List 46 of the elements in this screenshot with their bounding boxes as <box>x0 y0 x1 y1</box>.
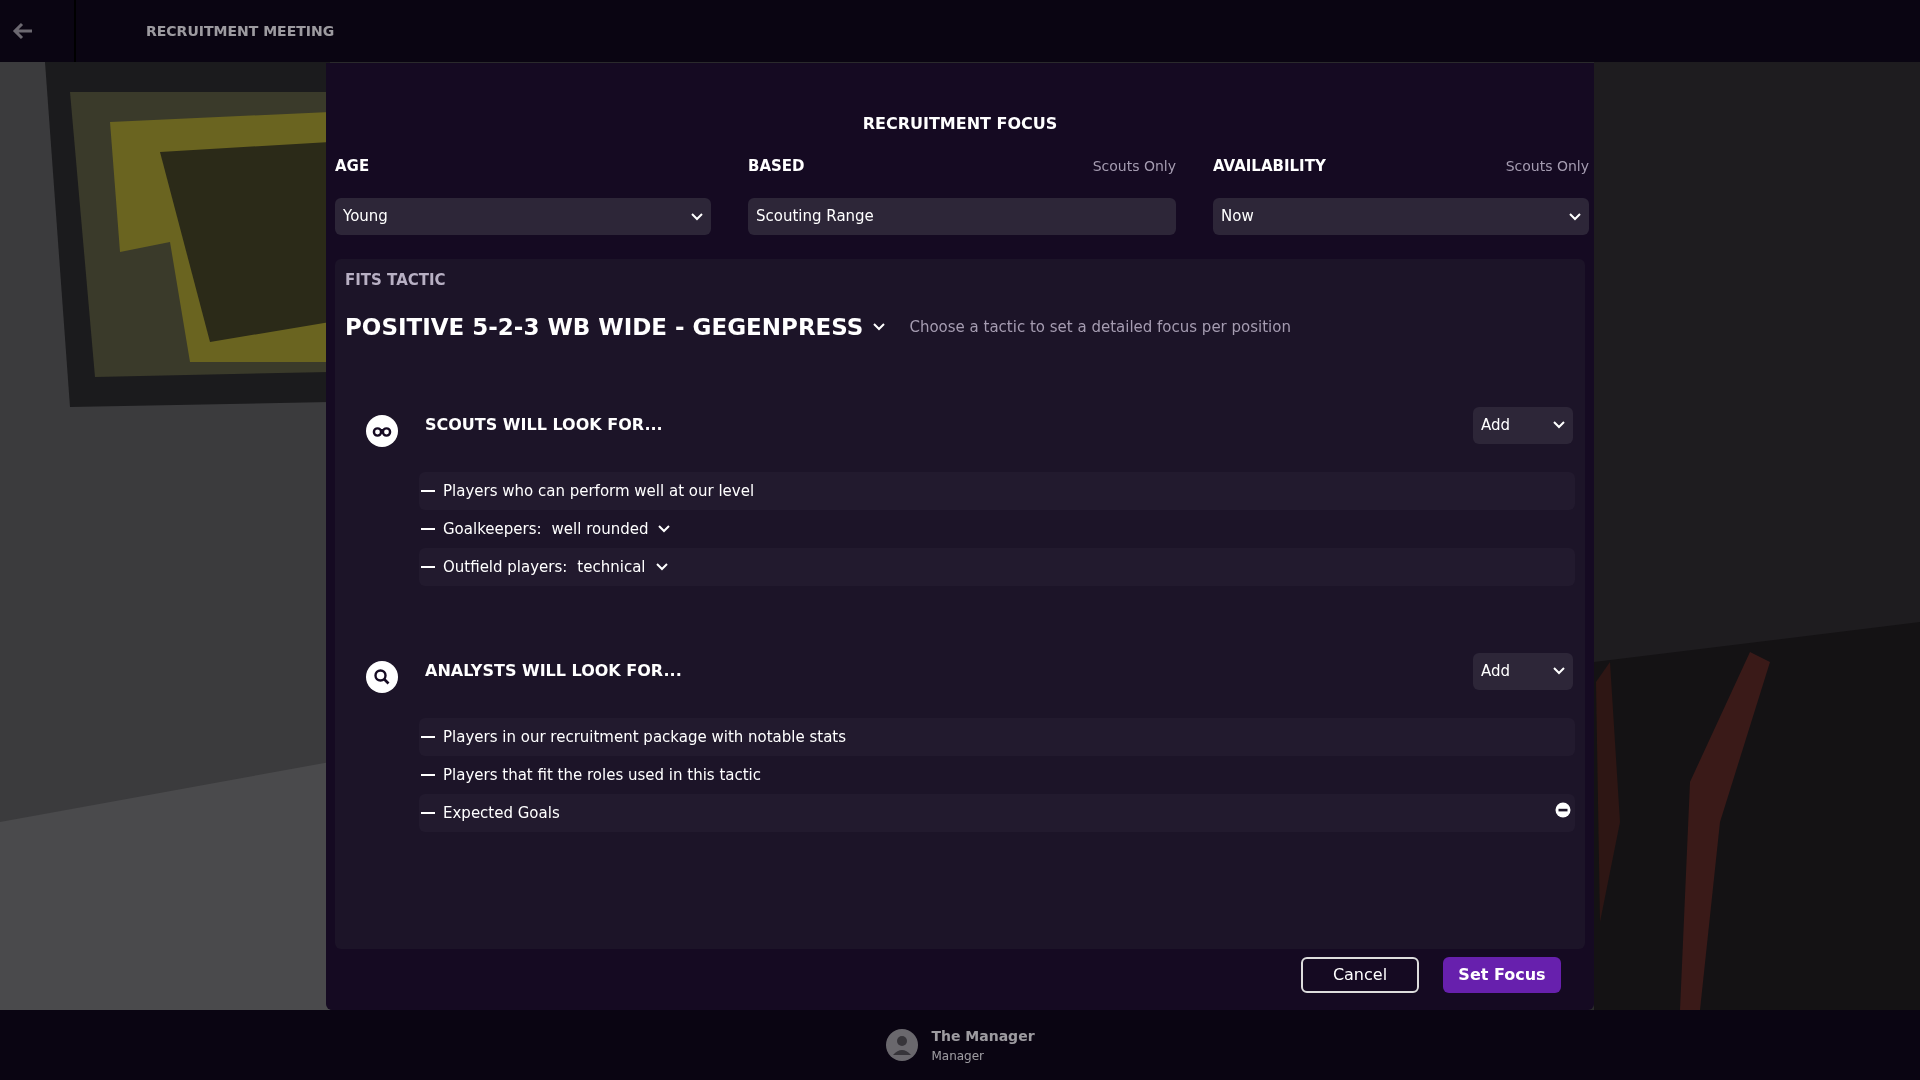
chevron-down-icon <box>655 563 668 571</box>
chevron-down-icon <box>1569 212 1581 221</box>
criterion-text: Players who can perform well at our level <box>443 480 755 502</box>
dropdown-field[interactable]: Now <box>1213 198 1589 235</box>
dash-icon <box>421 774 435 776</box>
field-label: BASED <box>748 155 805 177</box>
dropdown-field[interactable]: Young <box>335 198 711 235</box>
binoculars-icon <box>365 414 399 448</box>
field-note: Scouts Only <box>1505 156 1589 176</box>
dropdown-field[interactable]: Scouting Range <box>748 198 1176 235</box>
section-title: SCOUTS WILL LOOK FOR... <box>425 414 664 436</box>
dash-icon <box>421 566 435 568</box>
manager-name: The Manager <box>931 1026 1035 1046</box>
section-label: FITS TACTIC <box>345 270 446 291</box>
avatar-icon <box>885 1028 920 1062</box>
chevron-down-icon <box>1553 667 1565 675</box>
section-title: ANALYSTS WILL LOOK FOR... <box>425 660 683 682</box>
add-dropdown[interactable]: Add <box>1473 406 1573 444</box>
chevron-down-icon <box>873 322 886 331</box>
search-icon <box>365 660 399 694</box>
set-focus-button[interactable]: Set Focus <box>1443 957 1561 993</box>
manager-role: Manager <box>931 1047 986 1065</box>
cancel-button[interactable]: Cancel <box>1301 957 1419 993</box>
chevron-down-icon <box>1553 421 1565 429</box>
tactic-dropdown[interactable]: POSITIVE 5-2-3 WB WIDE - GEGENPRESS <box>345 309 886 344</box>
criterion-text: Players that fit the roles used in this tactic <box>443 764 761 786</box>
field-label: AGE <box>335 155 370 177</box>
dash-icon <box>421 528 435 530</box>
dash-icon <box>421 736 435 738</box>
criterion-text: Expected Goals <box>443 802 560 824</box>
dash-icon <box>421 812 435 814</box>
dash-icon <box>421 490 435 492</box>
criterion-text: Outfield players: <box>443 556 568 578</box>
remove-icon[interactable] <box>1555 802 1571 818</box>
tactic-hint: Choose a tactic to set a detailed focus per position <box>909 316 1291 338</box>
chevron-down-icon <box>691 212 703 221</box>
value-dropdown[interactable]: technical <box>577 555 668 579</box>
criterion-text: Goalkeepers: <box>443 518 542 540</box>
add-dropdown[interactable]: Add <box>1473 652 1573 690</box>
criterion-text: Players in our recruitment package with notable stats <box>443 726 847 748</box>
page-title: RECRUITMENT MEETING <box>146 21 335 41</box>
dialog-title: RECRUITMENT FOCUS <box>862 113 1058 135</box>
field-note: Scouts Only <box>1092 156 1176 176</box>
chevron-down-icon <box>658 525 671 533</box>
field-label: AVAILABILITY <box>1213 155 1326 177</box>
value-dropdown[interactable]: well rounded <box>551 517 671 541</box>
